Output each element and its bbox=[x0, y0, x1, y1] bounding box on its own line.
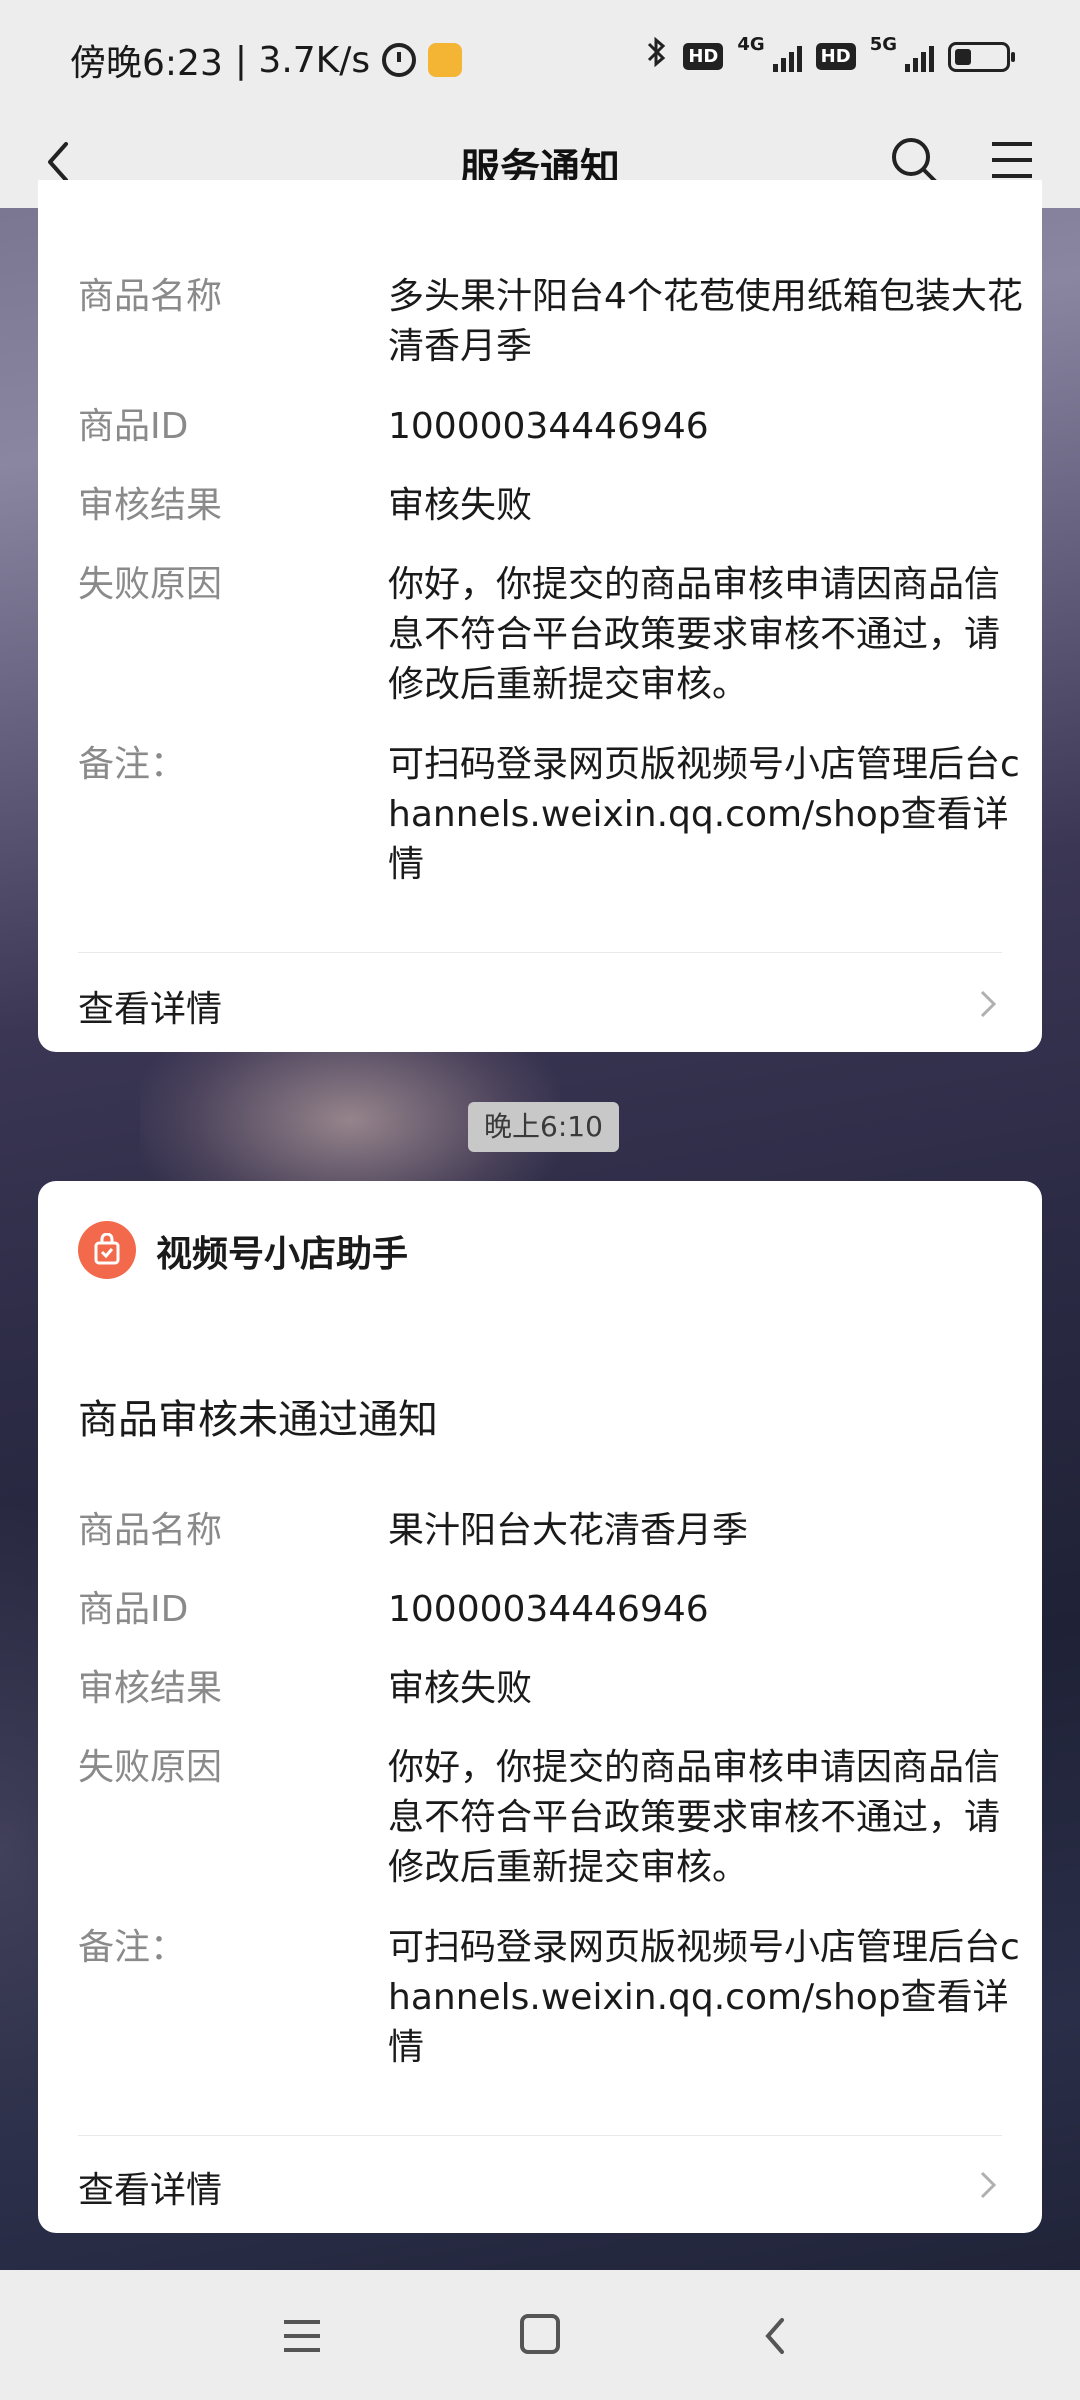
shop-assistant-icon bbox=[78, 1221, 136, 1279]
status-bar: 傍晚6:23 | 3.7K/s HD 4G HD 5G bbox=[0, 0, 1080, 116]
row-value: 多头果汁阳台4个花苞使用纸箱包装大花清香月季 bbox=[388, 276, 1023, 367]
notification-card: 视频号小店助手 商品审核未通过通知 商品名称 果汁阳台大花清香月季 商品ID 1… bbox=[38, 1181, 1042, 2233]
sender-name: 视频号小店助手 bbox=[156, 1234, 409, 1275]
view-details-link[interactable]: 查看详情 bbox=[78, 2161, 222, 2213]
home-icon[interactable] bbox=[520, 2314, 560, 2354]
row-label: 失败原因 bbox=[78, 1747, 223, 1788]
chevron-right-icon[interactable] bbox=[972, 984, 1002, 1024]
row-label: 备注： bbox=[78, 1927, 187, 1968]
divider bbox=[78, 2135, 1002, 2136]
row-label: 商品名称 bbox=[78, 1510, 223, 1551]
row-value: 你好，你提交的商品审核申请因商品信息不符合平台政策要求审核不通过，请修改后重新提… bbox=[388, 1747, 1001, 1888]
status-time: 傍晚6:23 bbox=[70, 43, 223, 84]
notification-card: 商品名称 多头果汁阳台4个花苞使用纸箱包装大花清香月季 商品ID 1000003… bbox=[38, 180, 1042, 1052]
row-label: 商品ID bbox=[78, 1589, 189, 1630]
battery-icon bbox=[948, 41, 1015, 72]
row-value: 审核失败 bbox=[388, 1668, 533, 1709]
row-label: 备注： bbox=[78, 744, 187, 785]
row-value: 果汁阳台大花清香月季 bbox=[388, 1510, 749, 1551]
row-value: 可扫码登录网页版视频号小店管理后台channels.weixin.qq.com/… bbox=[388, 1927, 1020, 2068]
network-type-label: 5G bbox=[869, 34, 897, 55]
row-value: 10000034446946 bbox=[388, 1589, 709, 1630]
info-row: 商品名称 多头果汁阳台4个花苞使用纸箱包装大花清香月季 bbox=[78, 272, 1023, 372]
row-value: 审核失败 bbox=[388, 485, 533, 526]
bluetooth-icon bbox=[645, 34, 669, 79]
signal-icon bbox=[772, 42, 802, 72]
system-back-icon[interactable] bbox=[760, 2314, 790, 2358]
view-details-link[interactable]: 查看详情 bbox=[78, 980, 222, 1032]
recent-apps-icon[interactable] bbox=[280, 2316, 324, 2356]
row-label: 审核结果 bbox=[78, 485, 223, 526]
status-left: 傍晚6:23 | 3.7K/s bbox=[70, 34, 463, 86]
hd-badge: HD bbox=[815, 43, 856, 70]
row-value: 10000034446946 bbox=[388, 406, 709, 447]
network-type-label: 4G bbox=[737, 34, 765, 55]
row-label: 商品ID bbox=[78, 406, 189, 447]
message-timestamp: 晚上6:10 bbox=[468, 1102, 619, 1152]
chevron-right-icon[interactable] bbox=[972, 2165, 1002, 2205]
status-net-speed: | 3.7K/s bbox=[234, 39, 371, 81]
divider bbox=[78, 952, 1002, 953]
row-label: 商品名称 bbox=[78, 276, 223, 317]
notice-title: 商品审核未通过通知 bbox=[78, 1397, 438, 1443]
hd-badge: HD bbox=[683, 43, 724, 70]
signal-icon bbox=[905, 42, 934, 72]
row-label: 失败原因 bbox=[78, 564, 223, 605]
row-value: 你好，你提交的商品审核申请因商品信息不符合平台政策要求审核不通过，请修改后重新提… bbox=[388, 564, 1001, 705]
system-nav-bar bbox=[0, 2270, 1080, 2400]
row-value: 可扫码登录网页版视频号小店管理后台channels.weixin.qq.com/… bbox=[388, 744, 1020, 885]
row-label: 审核结果 bbox=[78, 1668, 223, 1709]
app-badge-icon bbox=[428, 43, 463, 77]
status-right: HD 4G HD 5G bbox=[645, 34, 1015, 79]
alarm-icon bbox=[382, 43, 417, 77]
